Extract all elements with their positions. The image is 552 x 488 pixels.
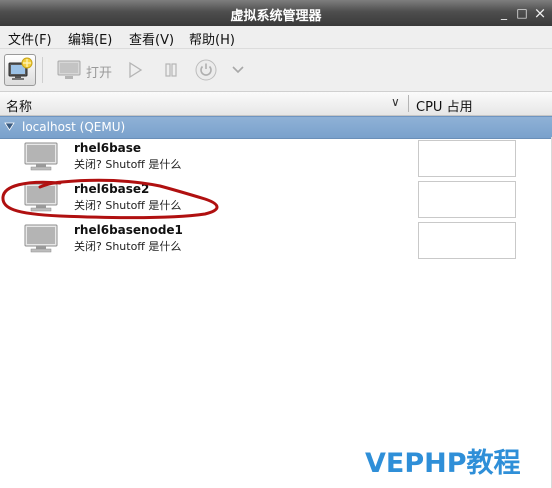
- annotation-ellipse: [1, 178, 219, 220]
- watermark: VEPHP教程: [365, 448, 521, 479]
- virt-manager-window: 虚拟系统管理器 _ □ × 文件(F) 编辑(E) 查看(V) 帮助(H) 打开…: [0, 0, 552, 488]
